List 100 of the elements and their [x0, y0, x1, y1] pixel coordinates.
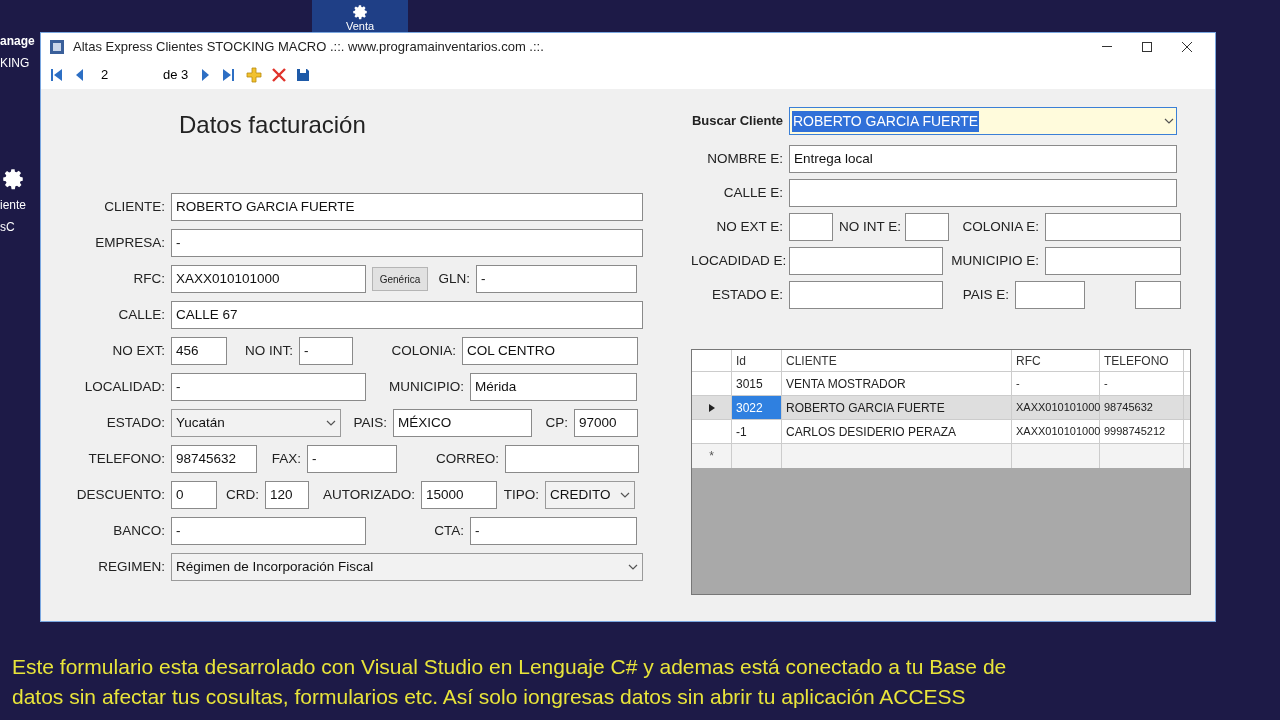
text-field[interactable]: Mérida: [470, 373, 637, 401]
dropdown[interactable]: CREDITO: [545, 481, 635, 509]
tile-label: iente: [0, 197, 27, 214]
text-field[interactable]: 97000: [574, 409, 638, 437]
table-cell: 98745632: [1100, 396, 1184, 419]
table-cell: 3022: [732, 396, 782, 419]
search-dropdown[interactable]: ROBERTO GARCIA FUERTE: [789, 107, 1177, 135]
field-label: FAX:: [270, 449, 301, 468]
field-label: AUTORIZADO:: [322, 485, 415, 504]
text-field[interactable]: [1015, 281, 1085, 309]
text-field[interactable]: [1045, 213, 1181, 241]
grid-row[interactable]: 3022 ROBERTO GARCIA FUERTE XAXX010101000 98745632: [692, 396, 1190, 420]
column-header[interactable]: Id: [732, 350, 782, 371]
text-field[interactable]: [789, 247, 943, 275]
minimize-icon: [1102, 46, 1112, 48]
text-field[interactable]: 98745632: [171, 445, 257, 473]
delete-icon[interactable]: [272, 68, 287, 82]
chevron-down-icon: [620, 492, 630, 498]
field-label: MUNICIPIO:: [388, 377, 464, 396]
text-field[interactable]: [505, 445, 639, 473]
plus-icon[interactable]: [246, 67, 263, 83]
text-field[interactable]: -: [307, 445, 397, 473]
tile-label: Venta: [345, 21, 375, 32]
field-label: RFC:: [132, 269, 165, 288]
text-field[interactable]: -: [299, 337, 353, 365]
field-label: CLIENTE:: [103, 197, 165, 216]
last-record-icon[interactable]: [222, 67, 237, 83]
field-label: TIPO:: [503, 485, 539, 504]
field-label: EMPRESA:: [94, 233, 165, 252]
tile-label: KING: [0, 55, 31, 72]
close-icon: [1182, 42, 1192, 52]
app-icon: [49, 39, 65, 55]
field-label: Buscar Cliente: [691, 112, 783, 131]
text-field[interactable]: 120: [265, 481, 309, 509]
field-label: LOCALIDAD:: [83, 377, 165, 396]
window-title: Altas Express Clientes STOCKING MACRO .::. www.programainventarios.com .::.: [73, 38, 544, 57]
text-field[interactable]: 456: [171, 337, 227, 365]
field-label: NO INT:: [244, 341, 293, 360]
table-cell: CARLOS DESIDERIO PERAZA: [782, 420, 1012, 443]
table-cell: 3015: [732, 372, 782, 395]
text-field[interactable]: 15000: [421, 481, 497, 509]
text-field[interactable]: [1045, 247, 1181, 275]
dropdown-value: ROBERTO GARCIA FUERTE: [792, 110, 980, 132]
field-label: CP:: [544, 413, 568, 432]
first-record-icon[interactable]: [49, 67, 63, 83]
field-label: MUNICIPIO E:: [950, 251, 1039, 270]
column-header[interactable]: RFC: [1012, 350, 1100, 371]
grid-row[interactable]: -1 CARLOS DESIDERIO PERAZA XAXX010101000 9998745212: [692, 420, 1190, 444]
field-label: NOMBRE E:: [706, 149, 783, 168]
text-field[interactable]: 0: [171, 481, 217, 509]
app-tile[interactable]: Venta: [312, 0, 408, 32]
text-field[interactable]: CALLE 67: [171, 301, 643, 329]
column-header[interactable]: CLIENTE: [782, 350, 1012, 371]
dropdown[interactable]: Yucatán: [171, 409, 341, 437]
field-label: ESTADO:: [105, 413, 165, 432]
tile-label: sC: [0, 219, 15, 236]
table-cell: -1: [732, 420, 782, 443]
text-field[interactable]: [789, 281, 943, 309]
field-label: COLONIA E:: [961, 217, 1039, 236]
field-label: PAIS:: [352, 413, 387, 432]
text-field[interactable]: -: [171, 517, 366, 545]
field-label: DESCUENTO:: [75, 485, 165, 504]
save-icon[interactable]: [296, 68, 311, 82]
text-field[interactable]: ROBERTO GARCIA FUERTE: [171, 193, 643, 221]
field-label: CORREO:: [435, 449, 499, 468]
text-field[interactable]: COL CENTRO: [462, 337, 638, 365]
text-field[interactable]: -: [171, 373, 366, 401]
text-field[interactable]: [789, 213, 833, 241]
field-label: NO EXT E:: [715, 217, 783, 236]
table-cell: XAXX010101000: [1012, 420, 1100, 443]
dropdown[interactable]: Régimen de Incorporación Fiscal: [171, 553, 643, 581]
field-label: ESTADO E:: [711, 285, 783, 304]
text-field[interactable]: MÉXICO: [393, 409, 532, 437]
generic-button[interactable]: Genérica: [372, 267, 428, 291]
current-row-icon: [708, 403, 715, 412]
text-field[interactable]: [905, 213, 949, 241]
gear-icon: [0, 166, 26, 192]
field-label: PAIS E:: [961, 285, 1009, 304]
text-field[interactable]: -: [171, 229, 643, 257]
column-header[interactable]: TELEFONO: [1100, 350, 1184, 371]
field-label: LOCADIDAD E:: [691, 251, 783, 270]
maximize-icon: [1142, 42, 1152, 52]
text-field[interactable]: -: [476, 265, 637, 293]
text-field[interactable]: [1135, 281, 1181, 309]
text-field[interactable]: -: [470, 517, 637, 545]
text-field[interactable]: [789, 179, 1177, 207]
field-label: BANCO:: [112, 521, 165, 540]
chevron-down-icon: [628, 564, 638, 570]
subtitle-line: Este formulario esta desarrolado con Visual Studio en Lenguaje C# y ademas está conectado a tu Base de: [12, 654, 1008, 680]
table-cell: ROBERTO GARCIA FUERTE: [782, 396, 1012, 419]
record-count: de 3: [163, 66, 189, 85]
chevron-down-icon: [326, 420, 336, 426]
field-label: NO INT E:: [839, 217, 899, 236]
text-field[interactable]: XAXX010101000: [171, 265, 366, 293]
field-label: TELEFONO:: [87, 449, 165, 468]
grid-row[interactable]: 3015 VENTA MOSTRADOR - -: [692, 372, 1190, 396]
field-label: CTA:: [433, 521, 464, 540]
gear-icon: [351, 3, 369, 21]
text-field[interactable]: Entrega local: [789, 145, 1177, 173]
field-label: NO EXT:: [111, 341, 165, 360]
